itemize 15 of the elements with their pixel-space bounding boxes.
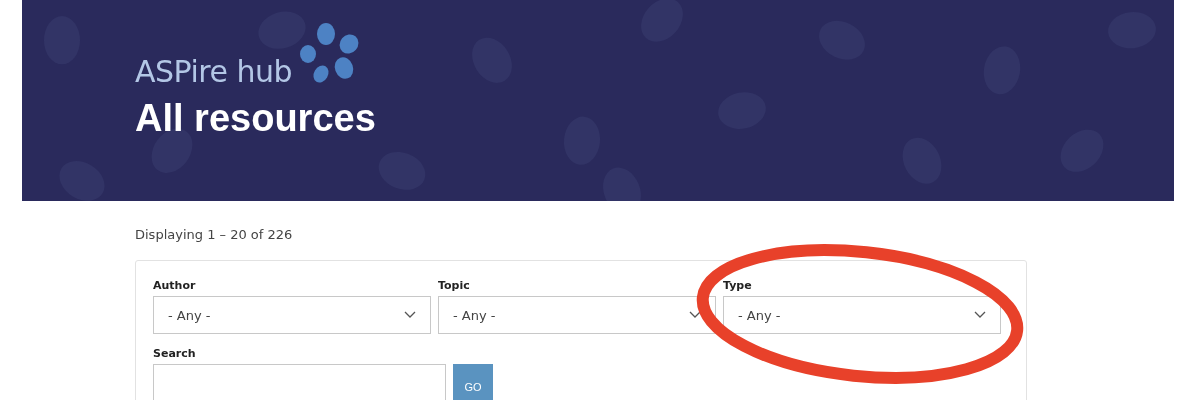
chevron-down-icon: [974, 311, 986, 319]
filter-label: Author: [153, 279, 197, 292]
filter-dropdown[interactable]: - Any -: [438, 296, 716, 334]
site-logo[interactable]: ASPire hub: [135, 54, 293, 89]
search-label: Search: [153, 347, 197, 360]
filter-label: Type: [723, 279, 753, 292]
filter-dropdown[interactable]: - Any -: [153, 296, 431, 334]
filter-label: Topic: [438, 279, 471, 292]
search-field[interactable]: [153, 364, 446, 400]
result-count: Displaying 1 – 20 of 226: [135, 227, 294, 242]
petal-shape: [258, 11, 306, 49]
page-title: All resources: [135, 97, 376, 140]
chevron-down-icon: [404, 311, 416, 319]
chevron-down-icon: [689, 311, 701, 319]
filter-dropdown[interactable]: - Any -: [723, 296, 1001, 334]
